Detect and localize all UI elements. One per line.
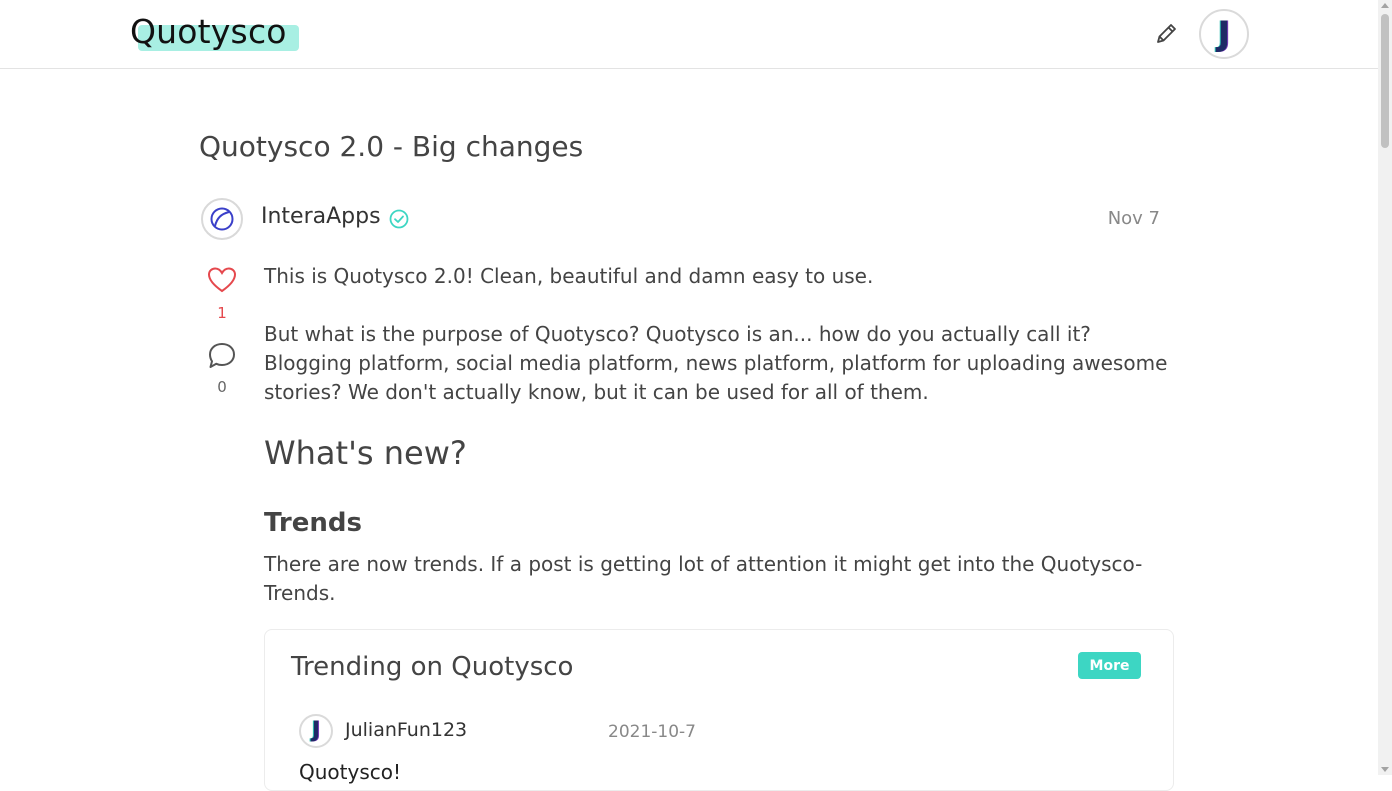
heading-whats-new: What's new? — [264, 434, 467, 472]
trend-author-avatar-letter: J — [311, 718, 321, 743]
post-title: Quotysco 2.0 - Big changes — [199, 130, 584, 163]
more-button[interactable]: More — [1078, 652, 1141, 679]
author-name[interactable]: InteraApps — [261, 204, 381, 229]
post-date: Nov 7 — [1107, 208, 1160, 229]
post-paragraph-purpose: But what is the purpose of Quotysco? Quo… — [264, 322, 1168, 404]
comment-count: 0 — [217, 378, 227, 396]
comment-icon — [209, 343, 235, 368]
interaapps-logo-icon — [210, 207, 234, 231]
trend-author-name[interactable]: JulianFun123 — [345, 719, 467, 741]
heart-icon — [207, 267, 237, 293]
user-avatar[interactable]: J — [1199, 9, 1249, 59]
verified-check-icon — [389, 209, 409, 229]
write-post-button[interactable] — [1152, 20, 1180, 48]
top-bar: Quotysco J — [0, 0, 1378, 69]
comment-button[interactable] — [207, 341, 237, 371]
like-button[interactable] — [207, 266, 237, 294]
trending-card-title: Trending on Quotysco — [291, 652, 574, 682]
trend-author-avatar[interactable]: J — [299, 714, 333, 748]
scroll-thumb[interactable] — [1381, 14, 1389, 148]
post-paragraph-intro: This is Quotysco 2.0! Clean, beautiful a… — [264, 264, 874, 288]
post-paragraph-trends: There are now trends. If a post is getti… — [264, 552, 1143, 605]
app-logo[interactable]: Quotysco — [130, 12, 299, 52]
user-avatar-letter: J — [1217, 14, 1231, 54]
like-count: 1 — [217, 304, 227, 322]
author-avatar[interactable] — [201, 198, 243, 240]
scroll-up-arrow[interactable] — [1381, 3, 1389, 8]
trending-card: Trending on Quotysco More J JulianFun123… — [264, 629, 1174, 791]
logo-text: Quotysco — [130, 12, 287, 51]
scroll-down-arrow[interactable] — [1381, 767, 1389, 772]
trend-date: 2021-10-7 — [608, 722, 696, 742]
verified-badge — [388, 208, 410, 230]
heading-trends: Trends — [264, 508, 362, 538]
trend-post-title[interactable]: Quotysco! — [299, 760, 401, 784]
pencil-icon — [1157, 24, 1176, 43]
vertical-scrollbar[interactable] — [1378, 0, 1392, 775]
